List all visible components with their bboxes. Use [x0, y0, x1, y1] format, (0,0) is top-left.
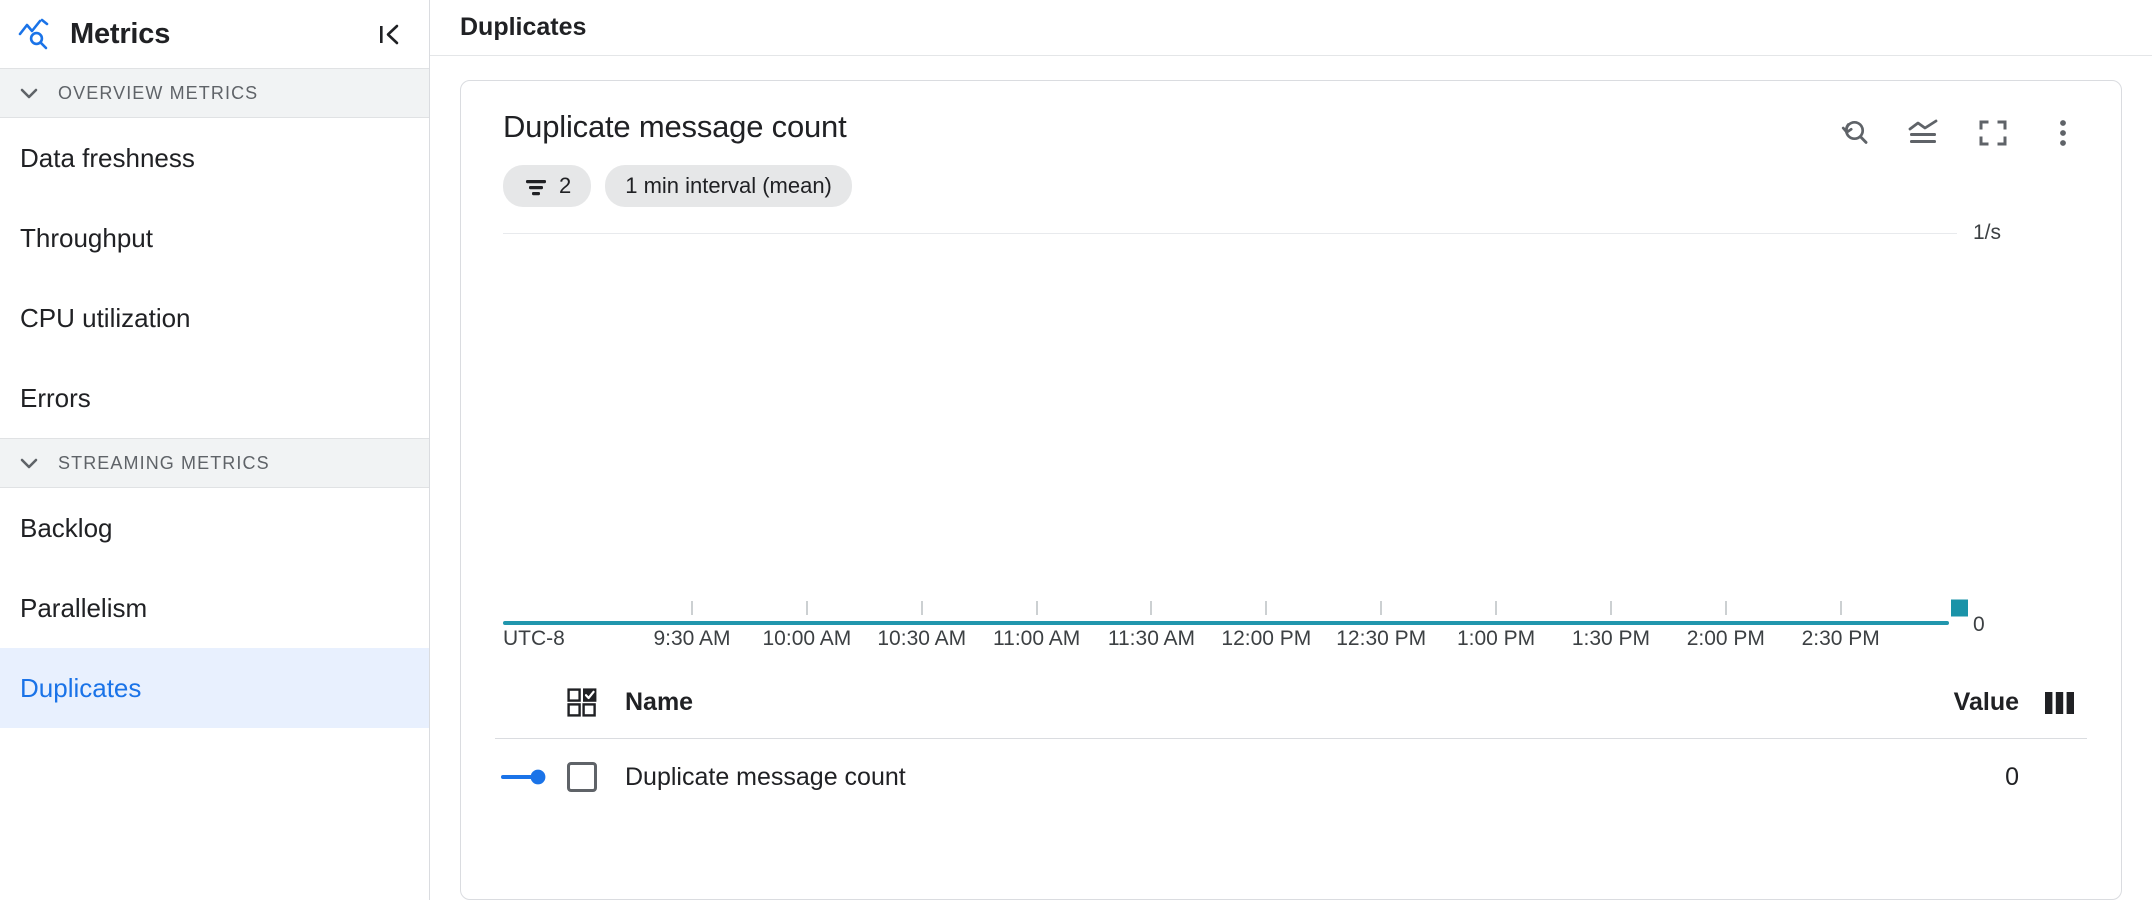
- x-tick: [1036, 601, 1038, 615]
- metrics-sidebar: Metrics OVERVIEW METRICS Data freshness …: [0, 0, 430, 900]
- series-swatch-icon: [501, 769, 546, 785]
- sidebar-item-errors[interactable]: Errors: [0, 358, 429, 438]
- x-axis-timezone-label: UTC-8: [503, 627, 565, 650]
- y-axis-label-current: 0: [1973, 613, 1985, 636]
- gridline-top: [503, 233, 1957, 234]
- page-title: Metrics: [70, 17, 171, 50]
- sidebar-item-duplicates[interactable]: Duplicates: [0, 648, 429, 728]
- card-chips: 2 1 min interval (mean): [495, 165, 1835, 207]
- main-page-title: Duplicates: [460, 13, 587, 41]
- legend-table-header: Name Value: [495, 667, 2087, 739]
- grid-select-icon: [567, 687, 597, 717]
- main-header: Duplicates: [430, 0, 2152, 56]
- card-toolbar: [1835, 109, 2087, 151]
- sidebar-item-label: Throughput: [20, 222, 153, 253]
- sidebar-item-label: CPU utilization: [20, 302, 191, 333]
- x-tick: [1495, 601, 1497, 615]
- card-header: Duplicate message count 2 1 min interval…: [495, 109, 2087, 207]
- select-all-rows-button[interactable]: [567, 687, 611, 718]
- filter-chip-label: 2: [559, 173, 572, 198]
- interval-chip[interactable]: 1 min interval (mean): [605, 165, 852, 207]
- x-axis-tick-label: 12:30 PM: [1336, 627, 1427, 650]
- legend-row-value: 0: [2005, 762, 2019, 791]
- legend-row-name: Duplicate message count: [625, 762, 906, 791]
- legend-table: Name Value Duplicate message count 0: [495, 667, 2087, 815]
- filter-list-icon: [523, 173, 549, 199]
- x-tick: [691, 601, 693, 615]
- x-axis-tick-label: 10:00 AM: [762, 627, 852, 650]
- sidebar-item-throughput[interactable]: Throughput: [0, 198, 429, 278]
- section-label: STREAMING METRICS: [58, 452, 270, 473]
- x-tick: [1380, 601, 1382, 615]
- reset-zoom-icon[interactable]: [1835, 115, 1871, 151]
- table-row[interactable]: Duplicate message count 0: [495, 739, 2087, 815]
- filter-chip[interactable]: 2: [503, 165, 592, 207]
- column-settings-icon: [2045, 691, 2074, 714]
- chevron-down-icon: [18, 452, 40, 474]
- sidebar-item-backlog[interactable]: Backlog: [0, 488, 429, 568]
- x-axis-tick-label: 11:30 AM: [1107, 627, 1196, 650]
- sidebar-item-cpu-utilization[interactable]: CPU utilization: [0, 278, 429, 358]
- x-tick: [806, 601, 808, 615]
- x-axis-tick-label: 2:00 PM: [1686, 627, 1765, 650]
- card-title: Duplicate message count: [503, 109, 847, 144]
- x-axis-tick-label: 1:30 PM: [1571, 627, 1651, 650]
- x-axis-tick-label: 2:30 PM: [1801, 627, 1880, 650]
- sidebar-header: Metrics: [0, 0, 429, 68]
- sidebar-item-label: Errors: [20, 382, 91, 413]
- app-root: Metrics OVERVIEW METRICS Data freshness …: [0, 0, 2152, 900]
- x-axis-tick-label: 9:30 AM: [653, 627, 731, 650]
- x-axis-tick-label: 10:30 AM: [877, 627, 967, 650]
- checkbox-unchecked-icon: [567, 762, 597, 792]
- x-axis-tick-label: 11:00 AM: [993, 627, 1081, 650]
- x-tick: [1725, 601, 1727, 615]
- sidebar-item-label: Data freshness: [20, 142, 195, 173]
- chart-area: 1/s 0 UTC-8 9:30 AM 10:00 AM 10:30 AM 11…: [495, 221, 2087, 653]
- x-axis-labels: UTC-8 9:30 AM 10:00 AM 10:30 AM 11:00 AM…: [503, 627, 1957, 657]
- content-area: Duplicate message count 2 1 min interval…: [430, 56, 2152, 900]
- chart-type-icon[interactable]: [1905, 115, 1941, 151]
- sidebar-item-data-freshness[interactable]: Data freshness: [0, 118, 429, 198]
- fullscreen-icon[interactable]: [1975, 115, 2011, 151]
- x-tick: [1610, 601, 1612, 615]
- section-streaming-metrics[interactable]: STREAMING METRICS: [0, 438, 429, 488]
- section-label: OVERVIEW METRICS: [58, 82, 259, 103]
- metrics-search-icon: [18, 18, 54, 50]
- x-axis-tick-label: 1:00 PM: [1456, 627, 1536, 650]
- x-axis-tick-label: 12:00 PM: [1221, 627, 1312, 650]
- sidebar-item-label: Parallelism: [20, 592, 148, 623]
- interval-chip-label: 1 min interval (mean): [625, 173, 832, 198]
- column-settings-button[interactable]: [2045, 691, 2081, 715]
- section-overview-metrics[interactable]: OVERVIEW METRICS: [0, 68, 429, 118]
- main-content: Duplicates Duplicate message count 2 1 m…: [430, 0, 2152, 900]
- chart-plot: 1/s 0: [503, 221, 2001, 636]
- metric-card: Duplicate message count 2 1 min interval…: [460, 80, 2122, 900]
- more-options-icon[interactable]: [2045, 115, 2081, 151]
- sidebar-item-label: Duplicates: [20, 672, 142, 703]
- x-axis-ticks: [503, 601, 1957, 625]
- sidebar-item-parallelism[interactable]: Parallelism: [0, 568, 429, 648]
- y-axis-label-max: 1/s: [1973, 221, 2002, 244]
- legend-column-value: Value: [1953, 688, 2019, 716]
- legend-column-name: Name: [625, 688, 694, 716]
- row-checkbox[interactable]: [567, 762, 611, 792]
- x-tick: [1150, 601, 1152, 615]
- legend-row-swatch: [501, 767, 567, 787]
- collapse-panel-icon[interactable]: [373, 17, 407, 51]
- chevron-down-icon: [18, 82, 40, 104]
- card-title-block: Duplicate message count 2 1 min interval…: [495, 109, 1835, 207]
- sidebar-item-label: Backlog: [20, 512, 113, 543]
- x-tick: [1265, 601, 1267, 615]
- x-tick: [1840, 601, 1842, 615]
- x-tick: [921, 601, 923, 615]
